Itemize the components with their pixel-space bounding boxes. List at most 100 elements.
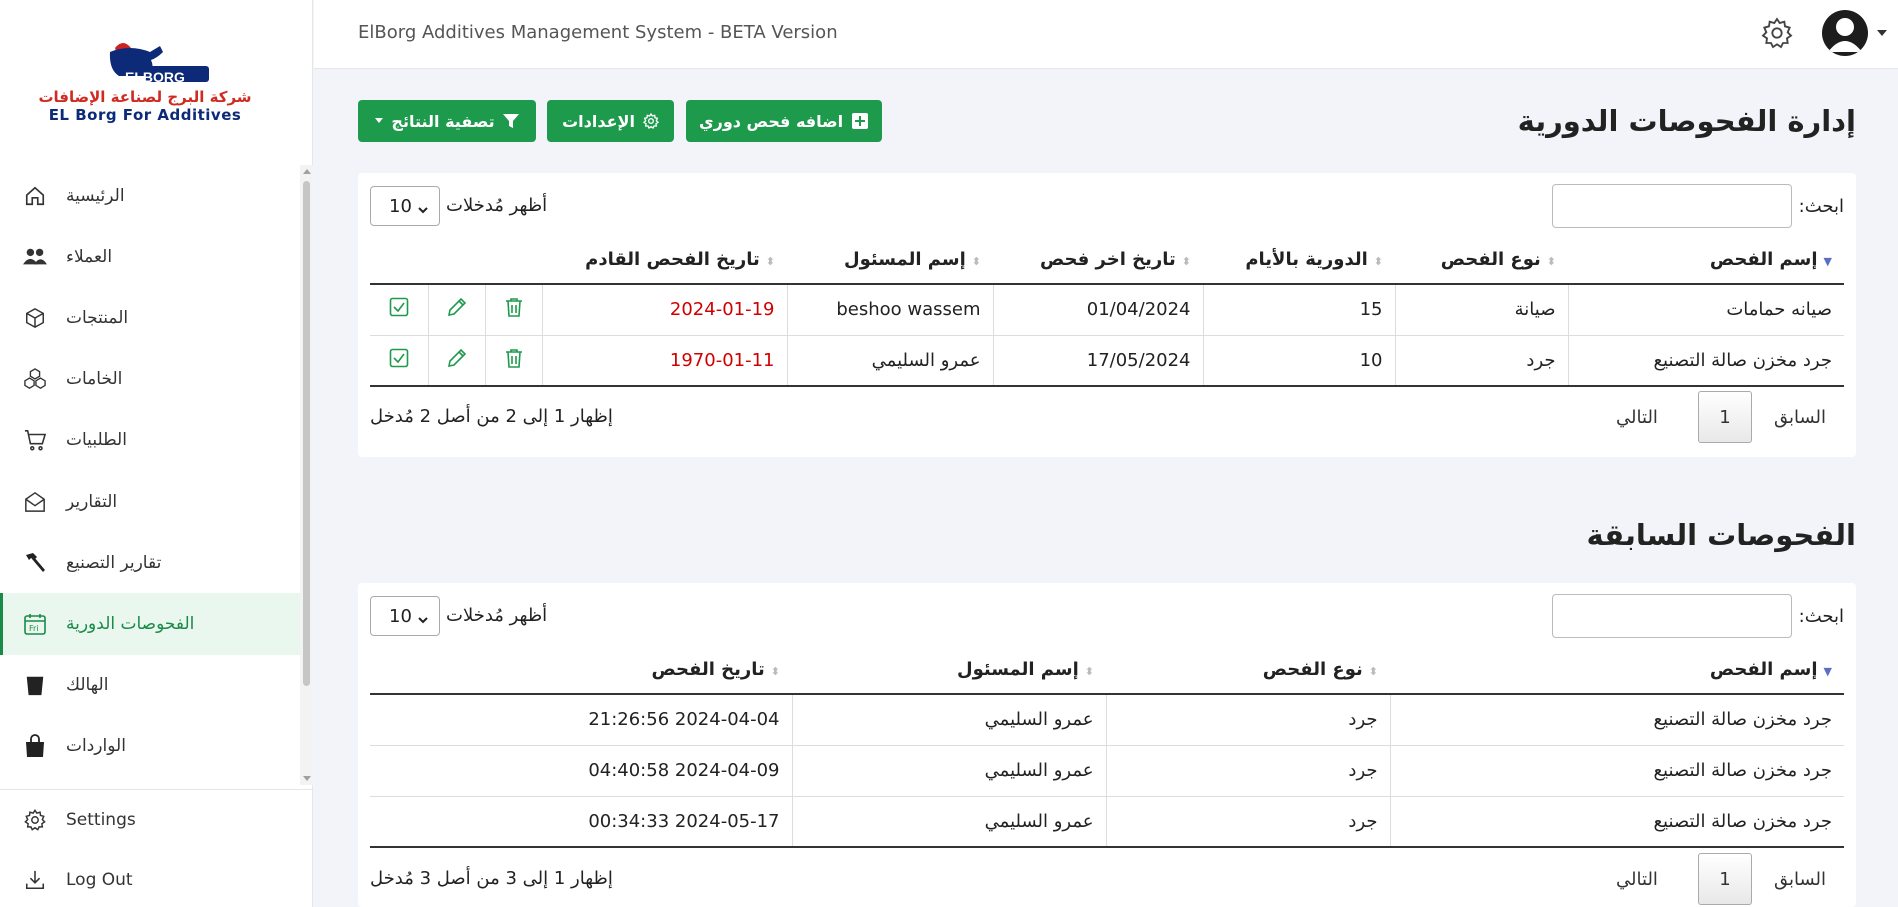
settings-gear-icon[interactable] [1761,17,1793,53]
sidebar-item-logout[interactable]: Log Out [0,850,313,907]
column-header-next-inspection[interactable]: ⬍تاريخ الفحص القادم [542,236,787,285]
sort-icon: ⬍ [1084,665,1094,678]
column-header-inspection-type[interactable]: ⬍نوع الفحص [1395,236,1568,285]
sidebar-item-label: تقارير التصنيع [66,552,162,573]
entries-length-select[interactable]: 10 [370,596,440,636]
user-menu-caret-icon[interactable] [1877,30,1887,36]
add-periodic-inspection-button[interactable]: اضافه فحص دوري [686,100,882,142]
sort-icon: ⬍ [1181,255,1191,268]
search-input[interactable] [1552,594,1792,638]
company-logo[interactable]: ELBORG شركة البرج لصناعة الإضافات EL Bor… [30,38,260,138]
gear-icon [642,113,659,129]
sidebar-item-label: الرئيسية [66,185,125,206]
pagination-page-1[interactable]: 1 [1697,853,1752,905]
sidebar-scrollbar[interactable] [300,165,313,785]
scroll-up-arrow-icon[interactable] [303,169,311,174]
sidebar-item-home[interactable]: الرئيسية [0,165,300,226]
logo-arabic-name: شركة البرج لصناعة الإضافات [38,88,252,106]
column-header-responsible[interactable]: ⬍إسم المسئول [792,646,1106,695]
sidebar-item-label: الخامات [66,369,123,390]
sidebar-item-waste[interactable]: الهالك [0,655,300,716]
column-header-inspection-type[interactable]: ⬍نوع الفحص [1106,646,1390,695]
delete-button[interactable] [484,335,542,387]
logo-mark: ELBORG [30,38,260,86]
column-header-last-inspection[interactable]: ⬍تاريخ اخر فحص [993,236,1203,285]
sort-icon: ⬍ [1373,255,1383,268]
pagination-previous[interactable]: السابق [1774,869,1826,890]
column-header-inspection-name[interactable]: ▼إسم الفحص [1568,236,1844,285]
pagination: السابق 1 التالي [1606,853,1836,905]
pagination-next[interactable]: التالي [1616,869,1658,890]
table-row: جرد مخزن صالة التصنيع جرد عمرو السليمي 2… [370,745,1844,797]
cell-inspection-name: جرد مخزن صالة التصنيع [1389,745,1844,797]
envelope-icon [22,489,48,515]
cell-period-days: 10 [1202,335,1395,387]
sort-asc-icon: ▼ [1823,665,1832,678]
sidebar-item-label: المنتجات [66,307,129,328]
home-icon [22,183,48,209]
scroll-down-arrow-icon[interactable] [303,776,311,781]
plus-square-icon [851,112,869,130]
scrollbar-thumb[interactable] [303,181,310,686]
column-header-responsible[interactable]: ⬍إسم المسئول [787,236,993,285]
cell-responsible: عمرو السليمي [786,335,993,387]
table-row: جرد مخزن صالة التصنيع جرد 10 17/05/2024 … [370,335,1844,387]
add-button-label: اضافه فحص دوري [698,111,844,131]
sort-icon: ⬍ [765,255,775,268]
complete-button[interactable] [370,335,428,387]
column-header-inspection-date[interactable]: ⬍تاريخ الفحص [370,646,792,695]
pagination-page-1[interactable]: 1 [1697,391,1752,443]
cell-inspection-date: 2024-04-09 04:40:58 [370,745,792,797]
filter-results-button[interactable]: تصفية النتائج [358,100,536,142]
check-square-icon [389,297,409,322]
search-label: ابحث: [1798,606,1844,627]
sidebar-item-settings[interactable]: Settings [0,790,313,850]
page-title: إدارة الفحوصات الدورية [1517,104,1856,138]
pagination-next[interactable]: التالي [1616,407,1658,428]
table-row: جرد مخزن صالة التصنيع جرد عمرو السليمي 2… [370,694,1844,746]
trash-icon [505,348,523,373]
cell-inspection-name: جرد مخزن صالة التصنيع [1389,796,1844,848]
pagination-previous[interactable]: السابق [1774,407,1826,428]
download-icon [22,867,48,893]
sidebar-item-imports[interactable]: الواردات [0,716,300,777]
column-header-inspection-name[interactable]: ▼إسم الفحص [1390,646,1844,695]
sidebar-item-customers[interactable]: العملاء [0,226,300,287]
sidebar-item-reports[interactable]: التقارير [0,471,300,532]
sidebar-item-raw-materials[interactable]: الخامات [0,349,300,410]
sidebar-item-label: العملاء [66,246,113,267]
entries-length-value: 10 [389,605,412,627]
sidebar-item-products[interactable]: المنتجات [0,287,300,348]
sidebar-item-orders[interactable]: الطلبيات [0,410,300,471]
table-header-row: ▼إسم الفحص ⬍نوع الفحص ⬍الدورية بالأيام ⬍… [370,236,1844,285]
pencil-icon [447,348,467,373]
settings-button[interactable]: الإعدادات [547,100,674,142]
hammer-icon [22,550,48,576]
column-header-period-days[interactable]: ⬍الدورية بالأيام [1203,236,1395,285]
entries-length-select[interactable]: 10 [370,186,440,226]
sidebar-item-manufacturing-reports[interactable]: تقارير التصنيع [0,532,300,593]
cell-inspection-type: جرد [1105,694,1390,746]
table-info: إظهار 1 إلى 2 من أصل 2 مُدخل [370,406,613,427]
search-input[interactable] [1552,184,1792,228]
edit-button[interactable] [427,284,485,336]
top-header: ElBorg Additives Management System - BET… [314,0,1898,69]
caret-down-icon [375,118,384,124]
cell-inspection-date: 2024-05-17 00:34:33 [370,796,792,848]
sidebar-item-periodic-inspections[interactable]: Fri الفحوصات الدورية [0,593,300,655]
check-square-icon [389,348,409,373]
trash-can-icon [22,672,48,698]
app-title: ElBorg Additives Management System - BET… [358,22,838,43]
cell-inspection-type: جرد [1394,335,1568,387]
user-avatar[interactable] [1822,10,1868,56]
edit-button[interactable] [427,335,485,387]
sidebar-item-label: الطلبيات [66,430,127,451]
sort-icon: ⬍ [1546,255,1556,268]
sidebar-item-label: Settings [66,810,136,830]
table-row: صيانه حمامات صيانة 15 01/04/2024 beshoo … [370,284,1844,336]
cell-responsible: عمرو السليمي [791,694,1106,746]
pagination: السابق 1 التالي [1606,391,1836,443]
sidebar-nav: الرئيسية العملاء المنتجات الخامات الطلبي… [0,165,300,777]
delete-button[interactable] [484,284,542,336]
complete-button[interactable] [370,284,428,336]
